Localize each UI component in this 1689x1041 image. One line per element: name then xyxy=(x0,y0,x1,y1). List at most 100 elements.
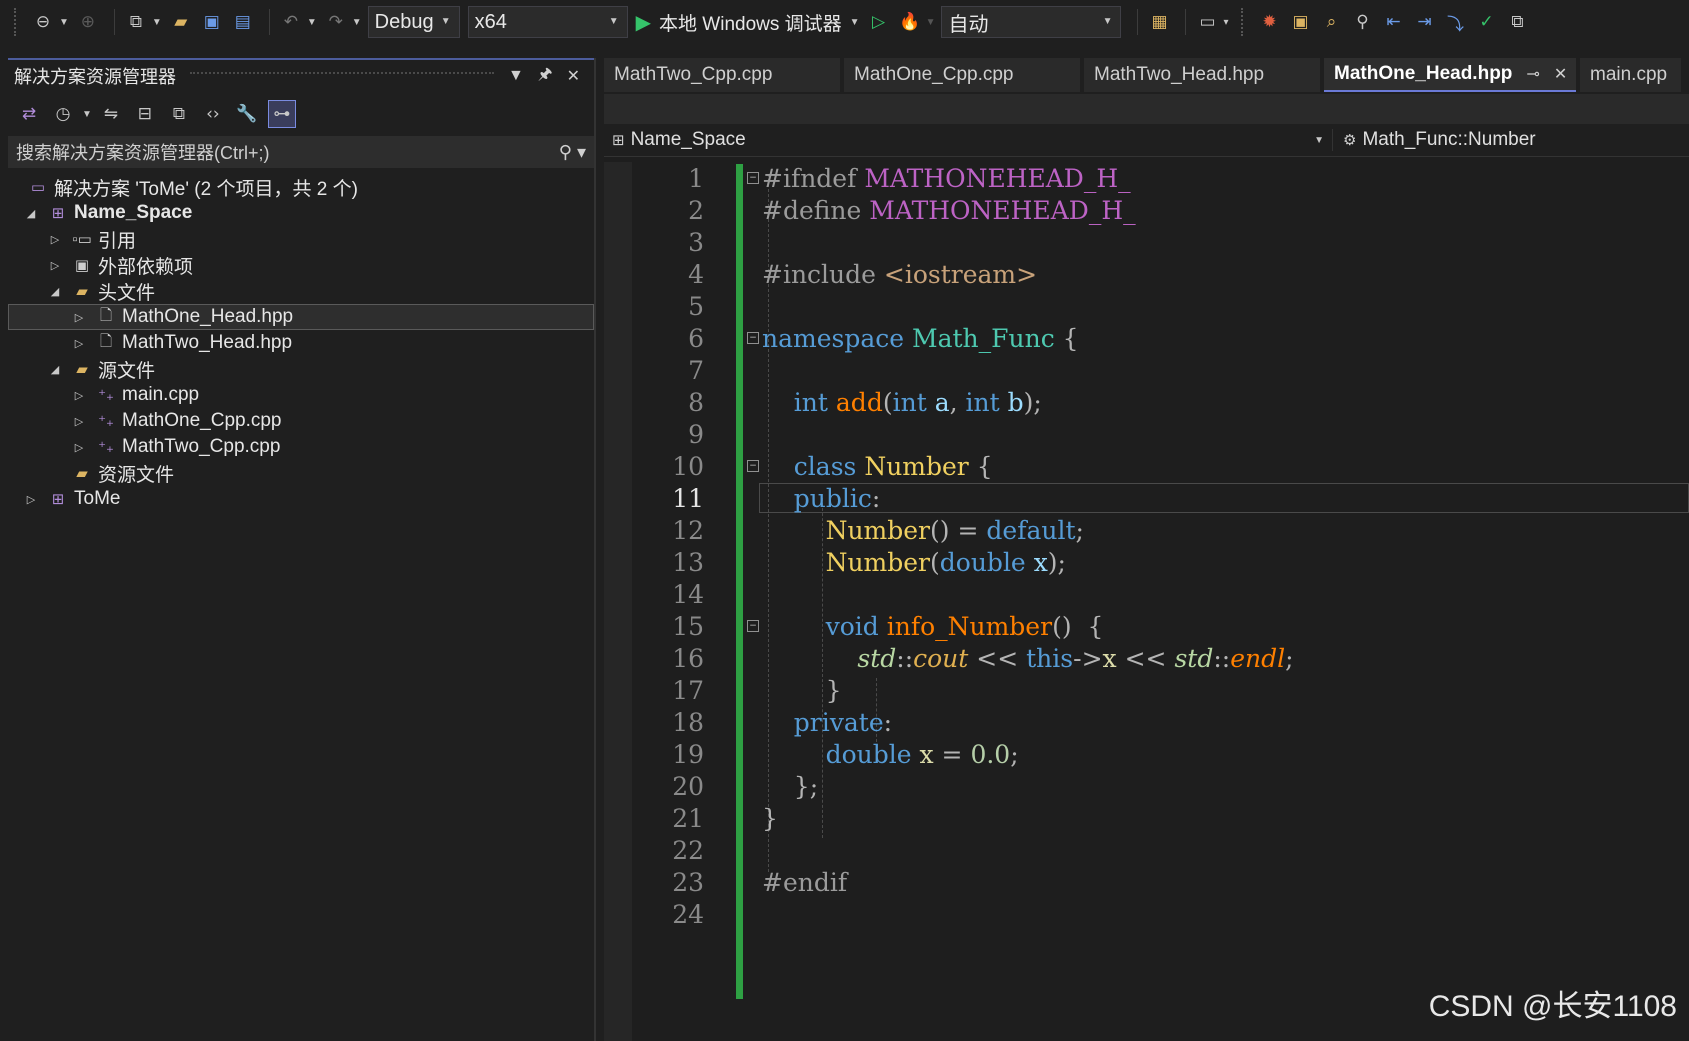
spell-check-icon[interactable]: ✓ xyxy=(1474,9,1500,35)
close-icon[interactable]: ✕ xyxy=(1554,64,1567,84)
window-icon[interactable]: ▣ xyxy=(1288,9,1314,35)
layout-icon[interactable]: ▭ xyxy=(1194,9,1220,35)
fold-toggle-icon[interactable]: − xyxy=(747,172,759,184)
search-icon[interactable]: ⚲ ▾ xyxy=(559,142,586,163)
back-icon[interactable]: ⊖ xyxy=(30,9,56,35)
undo-dropdown-icon[interactable]: ▼ xyxy=(307,17,317,28)
collapsed-arrow-icon[interactable]: ▷ xyxy=(48,233,62,246)
indent-left-icon[interactable]: ⇤ xyxy=(1381,9,1407,35)
code-line-17[interactable]: 17 } xyxy=(604,674,1689,706)
code-line-15[interactable]: 15 − void info_Number() { xyxy=(604,610,1689,642)
tab-mathone-cpp[interactable]: MathOne_Cpp.cpp xyxy=(844,58,1080,92)
explorer-search[interactable]: 搜索解决方案资源管理器(Ctrl+;) ⚲ ▾ xyxy=(8,136,594,168)
collapsed-arrow-icon[interactable]: ▷ xyxy=(48,259,62,272)
member-dropdown[interactable]: ⚙ Math_Func::Number xyxy=(1332,129,1536,151)
pending-dropdown-icon[interactable]: ▼ xyxy=(82,109,92,120)
collapsed-arrow-icon[interactable]: ▷ xyxy=(72,337,86,350)
fold-toggle-icon[interactable]: − xyxy=(747,620,759,632)
code-line-1[interactable]: 1 − #ifndef MATHONEHEAD_H_ xyxy=(604,162,1689,194)
tree-item-header-files[interactable]: ◢ ▰ 头文件 xyxy=(8,278,594,304)
code-line-22[interactable]: 22 xyxy=(604,834,1689,866)
show-all-files-icon[interactable]: ⧉ xyxy=(166,101,192,127)
collapsed-arrow-icon[interactable]: ▷ xyxy=(72,415,86,428)
close-icon[interactable]: ✕ xyxy=(567,66,580,86)
undo-icon[interactable]: ↶ xyxy=(278,9,304,35)
find-icon[interactable]: ⌕ xyxy=(1319,9,1345,35)
code-line-6[interactable]: 6 − namespace Math_Func { xyxy=(604,322,1689,354)
open-folder-icon[interactable]: ▰ xyxy=(168,9,194,35)
code-line-18[interactable]: 18 private: xyxy=(604,706,1689,738)
code-line-23[interactable]: 23 #endif xyxy=(604,866,1689,898)
tree-item-mathone-head[interactable]: ▷ 🗋 MathOne_Head.hpp xyxy=(8,304,594,330)
code-view-icon[interactable]: ‹› xyxy=(200,101,226,127)
start-debug-icon[interactable]: ▶ xyxy=(636,10,651,35)
collapse-all-icon[interactable]: ⊟ xyxy=(132,101,158,127)
tab-mathone-head[interactable]: MathOne_Head.hpp ⊸ ✕ xyxy=(1324,58,1576,92)
expanded-arrow-icon[interactable]: ◢ xyxy=(24,207,38,220)
sync-icon[interactable]: ⇋ xyxy=(98,101,124,127)
tree-item-references[interactable]: ▷ ▫▭ 引用 xyxy=(8,226,594,252)
collapsed-arrow-icon[interactable]: ▷ xyxy=(72,311,86,324)
tree-item-project-tome[interactable]: ▷ ⊞ ToMe xyxy=(8,486,594,512)
code-line-4[interactable]: 4 #include <iostream> xyxy=(604,258,1689,290)
save-all-icon[interactable]: ▤ xyxy=(230,9,256,35)
tab-mathtwo-cpp[interactable]: MathTwo_Cpp.cpp xyxy=(604,58,840,92)
tree-item-source-files[interactable]: ◢ ▰ 源文件 xyxy=(8,356,594,382)
chevron-down-icon[interactable]: ▼ xyxy=(508,67,524,85)
code-line-19[interactable]: 19 double x = 0.0; xyxy=(604,738,1689,770)
collapsed-arrow-icon[interactable]: ▷ xyxy=(24,493,38,506)
code-line-3[interactable]: 3 xyxy=(604,226,1689,258)
scope-dropdown[interactable]: ⊞ Name_Space ▼ xyxy=(604,129,1332,151)
search-input[interactable]: 搜索解决方案资源管理器(Ctrl+;) xyxy=(16,139,270,165)
debugger-dropdown-icon[interactable]: ▼ xyxy=(850,17,860,28)
indent-right-icon[interactable]: ⇥ xyxy=(1412,9,1438,35)
back-dropdown-icon[interactable]: ▼ xyxy=(59,17,69,28)
tree-item-project-name-space[interactable]: ◢ ⊞ Name_Space xyxy=(8,200,594,226)
code-line-9[interactable]: 9 xyxy=(604,418,1689,450)
tab-mathtwo-head[interactable]: MathTwo_Head.hpp xyxy=(1084,58,1320,92)
forward-icon[interactable]: ⊕ xyxy=(75,9,101,35)
code-line-8[interactable]: 8 int add(int a, int b); xyxy=(604,386,1689,418)
tree-item-resource-files[interactable]: ▰ 资源文件 xyxy=(8,460,594,486)
search-icon[interactable]: ⚲ xyxy=(1350,9,1376,35)
preview-selected-icon[interactable]: ⊶ xyxy=(267,100,296,128)
fold-toggle-icon[interactable]: − xyxy=(747,460,759,472)
redo-dropdown-icon[interactable]: ▼ xyxy=(352,17,362,28)
properties-icon[interactable]: 🔧 xyxy=(234,101,260,127)
code-line-21[interactable]: 21 } xyxy=(604,802,1689,834)
expanded-arrow-icon[interactable]: ◢ xyxy=(48,363,62,376)
expanded-arrow-icon[interactable]: ◢ xyxy=(48,285,62,298)
toolbar-grip[interactable] xyxy=(14,8,20,36)
new-dropdown-icon[interactable]: ▼ xyxy=(152,17,162,28)
code-area[interactable]: 1 − #ifndef MATHONEHEAD_H_ 2 #define MAT… xyxy=(604,162,1689,1041)
code-line-24[interactable]: 24 xyxy=(604,898,1689,930)
solution-folder-icon[interactable]: ▦ xyxy=(1146,9,1172,35)
layout-dropdown-icon[interactable]: ▾ xyxy=(1223,17,1228,28)
code-line-5[interactable]: 5 xyxy=(604,290,1689,322)
code-line-10[interactable]: 10 − class Number { xyxy=(604,450,1689,482)
tree-item-main-cpp[interactable]: ▷ ⁺₊ main.cpp xyxy=(8,382,594,408)
fold-toggle-icon[interactable]: − xyxy=(747,332,759,344)
step-icon[interactable]: ⤵ xyxy=(1443,9,1469,35)
tree-item-solution[interactable]: ▭ 解决方案 'ToMe' (2 个项目，共 2 个) xyxy=(8,174,594,200)
pin-icon[interactable]: 🖈 xyxy=(538,63,553,90)
tree-item-mathtwo-head[interactable]: ▷ 🗋 MathTwo_Head.hpp xyxy=(8,330,594,356)
code-line-7[interactable]: 7 xyxy=(604,354,1689,386)
tab-main-cpp[interactable]: main.cpp xyxy=(1580,58,1681,92)
save-icon[interactable]: ▣ xyxy=(199,9,225,35)
code-line-2[interactable]: 2 #define MATHONEHEAD_H_ xyxy=(604,194,1689,226)
bug-icon[interactable]: ✹ xyxy=(1257,9,1283,35)
pin-icon[interactable]: ⊸ xyxy=(1526,64,1539,84)
new-project-icon[interactable]: ⧉ xyxy=(123,9,149,35)
code-line-12[interactable]: 12 Number() = default; xyxy=(604,514,1689,546)
code-line-11[interactable]: 11 public: xyxy=(604,482,1689,514)
tree-item-mathtwo-cpp[interactable]: ▷ ⁺₊ MathTwo_Cpp.cpp xyxy=(8,434,594,460)
code-line-20[interactable]: 20 }; xyxy=(604,770,1689,802)
platform-select[interactable]: x64 ▼ xyxy=(467,6,628,38)
external-window-icon[interactable]: ⧉ xyxy=(1505,9,1531,35)
title-grip[interactable] xyxy=(190,72,494,80)
tree-item-external-deps[interactable]: ▷ ▣ 外部依赖项 xyxy=(8,252,594,278)
code-line-16[interactable]: 16 std::cout << this->x << std::endl; xyxy=(604,642,1689,674)
hot-reload-dropdown-icon[interactable]: ▼ xyxy=(926,17,936,28)
config-select[interactable]: Debug ▼ xyxy=(367,6,460,38)
